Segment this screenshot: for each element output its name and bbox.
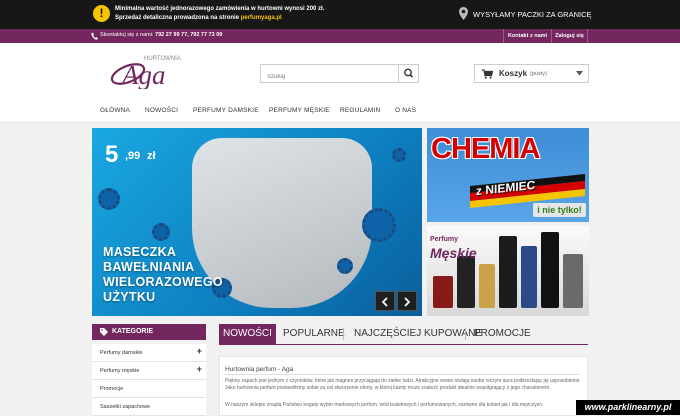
tab-divider <box>465 328 466 340</box>
nav-item-about[interactable]: O NAS <box>395 107 416 114</box>
contact-label: Skontaktuj się z nami: <box>100 32 154 38</box>
search-input[interactable] <box>261 68 396 86</box>
phone-numbers[interactable]: 792 27 99 77, 792 77 73 09 <box>155 32 222 38</box>
virus-graphic <box>98 188 120 210</box>
category-item-mens[interactable]: Perfumy męskie + <box>92 362 206 380</box>
tab-promotions[interactable]: PROMOCJE <box>474 324 531 344</box>
category-item-sachets[interactable]: Saszetki zapachowe <box>92 398 206 416</box>
search-box <box>260 64 419 86</box>
shipping-abroad-text: WYSYŁAMY PACZKI ZA GRANICĘ <box>473 10 592 19</box>
description-paragraph: W naszym sklepie znajdą Państwo bogaty w… <box>225 402 544 408</box>
virus-graphic <box>337 258 353 274</box>
map-pin-icon <box>459 7 468 20</box>
tabs-underline <box>219 344 588 345</box>
promo-line-min-order: Minimalna wartość jednorazowego zamówien… <box>115 6 325 12</box>
category-label: Perfumy męskie <box>100 368 140 374</box>
login-link[interactable]: Zaloguj się <box>551 29 588 43</box>
logo-big-text: Aga <box>120 60 166 89</box>
tag-icon <box>100 328 108 336</box>
categories-title: KATEGORIE <box>112 328 154 335</box>
perfume-bottle-image <box>499 236 517 308</box>
nav-item-terms[interactable]: REGULAMIN <box>340 107 380 114</box>
contact-us-link[interactable]: Kontakt z nami <box>503 29 551 43</box>
slide-headline-line: MASECZKA <box>103 245 177 259</box>
virus-graphic <box>152 223 170 241</box>
expand-plus-icon[interactable]: + <box>197 364 202 374</box>
perfume-bottle-image <box>541 232 559 308</box>
slide-headline-line: UŻYTKU <box>103 290 156 304</box>
perfume-bottle-image <box>563 254 583 308</box>
tab-new[interactable]: NOWOŚCI <box>219 324 276 344</box>
store-logo[interactable]: HURTOWNIA Aga <box>108 53 190 89</box>
slider-prev-button[interactable] <box>375 291 395 311</box>
perfume-bottle-image <box>433 276 453 308</box>
description-paragraph: Piękny zapach jest jednym z czynników, k… <box>225 378 581 391</box>
description-title: Hurtownia perfum - Aga <box>225 366 294 373</box>
virus-graphic <box>362 208 396 242</box>
cart-status: (pusty) <box>530 71 547 77</box>
perfume-bottle-image <box>521 246 537 308</box>
perfume-bottle-image <box>479 264 495 308</box>
mens-banner-small-text: Perfumy <box>430 236 459 243</box>
promo-retail-text: Sprzedaż detaliczna prowadzona na stroni… <box>115 15 241 21</box>
nav-item-new[interactable]: NOWOŚCI <box>145 107 178 114</box>
cart-label: Koszyk <box>499 69 528 78</box>
chevron-left-icon <box>381 297 388 307</box>
slider-next-button[interactable] <box>397 291 417 311</box>
phone-icon <box>91 32 98 40</box>
search-icon <box>404 68 414 78</box>
perfume-bottle-image <box>457 256 475 308</box>
slide-headline-line: BAWEŁNIANIA <box>103 260 195 274</box>
retail-store-link[interactable]: perfumyaga.pl <box>241 15 282 21</box>
tab-divider <box>343 328 344 340</box>
slide-price-decimal: ,99 <box>125 150 141 162</box>
virus-graphic <box>392 148 406 162</box>
category-item-promotions[interactable]: Promocje <box>92 380 206 398</box>
chevron-right-icon <box>404 297 411 307</box>
chemistry-banner-tag: i nie tylko! <box>533 203 586 217</box>
tab-bestsellers[interactable]: NAJCZĘŚCIEJ KUPOWANE <box>354 324 482 344</box>
nav-item-mens-perfume[interactable]: PERFUMY MĘSKIE <box>269 107 330 114</box>
contact-info: Skontaktuj się z nami: 792 27 99 77, 792… <box>100 32 222 38</box>
category-label: Promocje <box>100 386 124 392</box>
watermark: www.parklinearny.pl <box>576 400 680 415</box>
cart-icon <box>482 69 493 79</box>
tab-popular[interactable]: POPULARNE <box>283 324 345 344</box>
slide-headline-line: WIELORAZOWEGO <box>103 275 223 289</box>
description-divider <box>225 374 580 375</box>
category-item-womens[interactable]: Perfumy damskie + <box>92 344 206 362</box>
nav-item-home[interactable]: GŁÓWNA <box>100 107 130 114</box>
chevron-down-icon <box>576 71 583 76</box>
chemistry-banner-title: CHEMIA <box>431 133 540 165</box>
category-label: Perfumy damskie <box>100 350 143 356</box>
search-button[interactable] <box>398 65 418 82</box>
nav-item-womens-perfume[interactable]: PERFUMY DAMSKIE <box>193 107 259 114</box>
slide-price-integer: 5 <box>105 141 119 168</box>
cart-button[interactable]: Koszyk (pusty) <box>474 64 589 83</box>
slide-price-currency: zł <box>147 150 156 162</box>
warning-icon: ! <box>93 5 110 22</box>
promo-line-retail: Sprzedaż detaliczna prowadzona na stroni… <box>115 15 282 21</box>
expand-plus-icon[interactable]: + <box>197 346 202 356</box>
category-label: Saszetki zapachowe <box>100 404 151 410</box>
mens-banner-title: Męskie <box>430 245 477 261</box>
